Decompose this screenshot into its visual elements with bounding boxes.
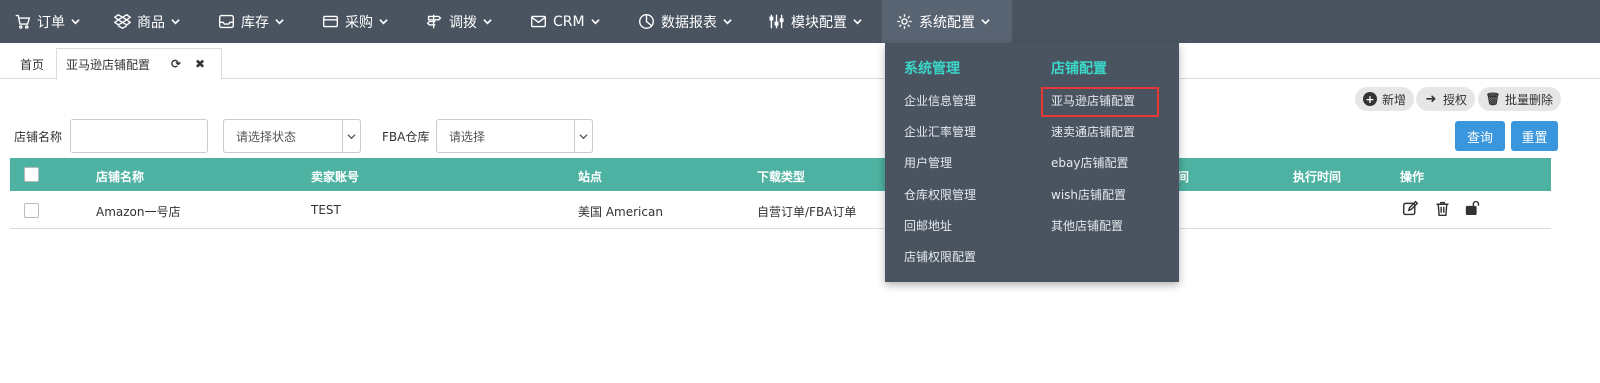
edit-icon[interactable] — [1402, 200, 1419, 220]
nav-crm[interactable]: CRM — [516, 0, 624, 43]
sliders-icon — [769, 14, 784, 29]
menu-warehouse-permission[interactable]: 仓库权限管理 — [904, 186, 976, 203]
menu-exchange-rate[interactable]: 企业汇率管理 — [904, 123, 976, 140]
fba-warehouse-label: FBA仓库 — [382, 130, 430, 144]
nav-purchase-label: 采购 — [345, 14, 373, 31]
tab-bar: 首页 亚马逊店铺配置 ⟳ ✖ — [0, 43, 1600, 80]
batch-delete-button[interactable]: 🗑 批量删除 — [1478, 87, 1562, 111]
menu-shop-permission[interactable]: 店铺权限配置 — [904, 248, 976, 265]
inbox-icon — [219, 14, 234, 29]
reset-button[interactable]: 重置 — [1511, 121, 1558, 151]
search-button-label: 查询 — [1466, 130, 1493, 146]
dropbox-icon — [114, 13, 131, 30]
col-actions: 操作 — [1400, 170, 1425, 184]
credit-card-icon — [323, 15, 338, 28]
col-exec-time: 执行时间 — [1293, 170, 1342, 184]
chevron-down-icon — [981, 19, 990, 25]
tab-home-label: 首页 — [20, 57, 45, 72]
fba-warehouse-select[interactable]: 请选择 — [436, 119, 593, 153]
dropdown-shop-config-title: 店铺配置 — [1051, 61, 1107, 77]
batch-delete-button-label: 批量删除 — [1505, 92, 1554, 107]
chevron-down-icon — [574, 120, 592, 152]
chevron-down-icon — [590, 19, 600, 25]
sign-in-icon: ➜ — [1425, 91, 1437, 107]
chevron-down-icon — [275, 19, 284, 25]
col-seller-account: 卖家账号 — [311, 170, 360, 184]
chevron-down-icon — [723, 19, 732, 25]
col-download-type: 下载类型 — [757, 170, 806, 184]
table-header: 店铺名称 卖家账号 站点 下载类型 间 执行时间 操作 — [10, 158, 1551, 191]
nav-transfer[interactable]: 调拨 — [412, 0, 516, 43]
gear-icon — [897, 14, 912, 29]
refresh-icon[interactable]: ⟳ — [171, 57, 181, 71]
pie-chart-icon — [639, 14, 654, 29]
nav-purchase[interactable]: 采购 — [308, 0, 412, 43]
system-config-dropdown: 系统管理 企业信息管理 企业汇率管理 用户管理 仓库权限管理 回邮地址 店铺权限… — [885, 43, 1179, 282]
menu-amazon-shop-config[interactable]: 亚马逊店铺配置 — [1051, 92, 1135, 109]
chevron-down-icon — [171, 19, 180, 25]
nav-system-config-label: 系统配置 — [919, 14, 975, 31]
menu-enterprise-info[interactable]: 企业信息管理 — [904, 92, 976, 109]
status-select[interactable]: 请选择状态 — [223, 119, 361, 153]
fba-select-value: 请选择 — [449, 129, 486, 144]
tab-amazon-shop-config[interactable]: 亚马逊店铺配置 ⟳ ✖ — [56, 48, 222, 80]
chevron-down-icon — [342, 120, 360, 152]
delete-icon[interactable] — [1434, 200, 1451, 220]
nav-products-label: 商品 — [137, 14, 165, 31]
nav-system-config[interactable]: 系统配置 — [882, 0, 1012, 43]
nav-products[interactable]: 商品 — [100, 0, 204, 43]
unlock-icon[interactable] — [1464, 199, 1481, 219]
select-all-checkbox[interactable] — [24, 167, 39, 182]
status-select-value: 请选择状态 — [236, 129, 297, 144]
nav-crm-label: CRM — [553, 13, 585, 30]
table-row: Amazon一号店 TEST 美国 American 自营订单/FBA订单 — [10, 191, 1551, 229]
menu-user-management[interactable]: 用户管理 — [904, 154, 952, 171]
menu-other-shop-config[interactable]: 其他店铺配置 — [1051, 217, 1123, 234]
cell-seller-account: TEST — [311, 203, 341, 217]
col-site: 站点 — [578, 170, 603, 184]
nav-inventory-label: 库存 — [241, 14, 269, 31]
nav-reports[interactable]: 数据报表 — [624, 0, 754, 43]
authorize-button-label: 授权 — [1443, 92, 1468, 107]
nav-orders[interactable]: 订单 — [0, 0, 100, 43]
close-icon[interactable]: ✖ — [195, 57, 205, 71]
cart-icon — [15, 14, 31, 29]
dropdown-system-management-title: 系统管理 — [904, 61, 960, 77]
signpost-icon — [426, 14, 442, 29]
envelope-icon — [531, 15, 546, 28]
cell-download-type: 自营订单/FBA订单 — [757, 205, 857, 219]
cell-shop-name: Amazon一号店 — [96, 205, 181, 219]
row-checkbox[interactable] — [24, 203, 39, 218]
shop-name-label: 店铺名称 — [14, 130, 63, 144]
search-button[interactable]: 查询 — [1455, 121, 1505, 151]
menu-ebay-shop-config[interactable]: ebay店铺配置 — [1051, 154, 1128, 171]
menu-return-address[interactable]: 回邮地址 — [904, 217, 952, 234]
menu-wish-shop-config[interactable]: wish店铺配置 — [1051, 186, 1126, 203]
add-button-label: 新增 — [1382, 92, 1407, 107]
top-nav: 订单 商品 库存 采购 调拨 CRM 数据报表 模块配置 系统配置 — [0, 0, 1600, 43]
chevron-down-icon — [71, 19, 80, 25]
chevron-down-icon — [483, 19, 492, 25]
menu-aliexpress-shop-config[interactable]: 速卖通店铺配置 — [1051, 123, 1135, 140]
reset-button-label: 重置 — [1521, 130, 1548, 146]
chevron-down-icon — [379, 19, 388, 25]
shop-name-input[interactable] — [70, 119, 208, 153]
nav-reports-label: 数据报表 — [661, 14, 717, 31]
trash-icon: 🗑 — [1485, 92, 1501, 106]
nav-modules[interactable]: 模块配置 — [754, 0, 882, 43]
tab-home[interactable]: 首页 — [20, 49, 44, 79]
chevron-down-icon — [853, 19, 862, 25]
cell-site: 美国 American — [578, 205, 663, 219]
tab-active-label: 亚马逊店铺配置 — [66, 57, 151, 72]
col-shop-name: 店铺名称 — [96, 170, 145, 184]
authorize-button[interactable]: ➜ 授权 — [1416, 87, 1476, 111]
nav-modules-label: 模块配置 — [791, 14, 847, 31]
nav-transfer-label: 调拨 — [449, 14, 477, 31]
nav-orders-label: 订单 — [37, 14, 65, 31]
plus-icon: + — [1363, 92, 1377, 106]
add-button[interactable]: + 新增 — [1355, 87, 1415, 111]
nav-inventory[interactable]: 库存 — [204, 0, 308, 43]
